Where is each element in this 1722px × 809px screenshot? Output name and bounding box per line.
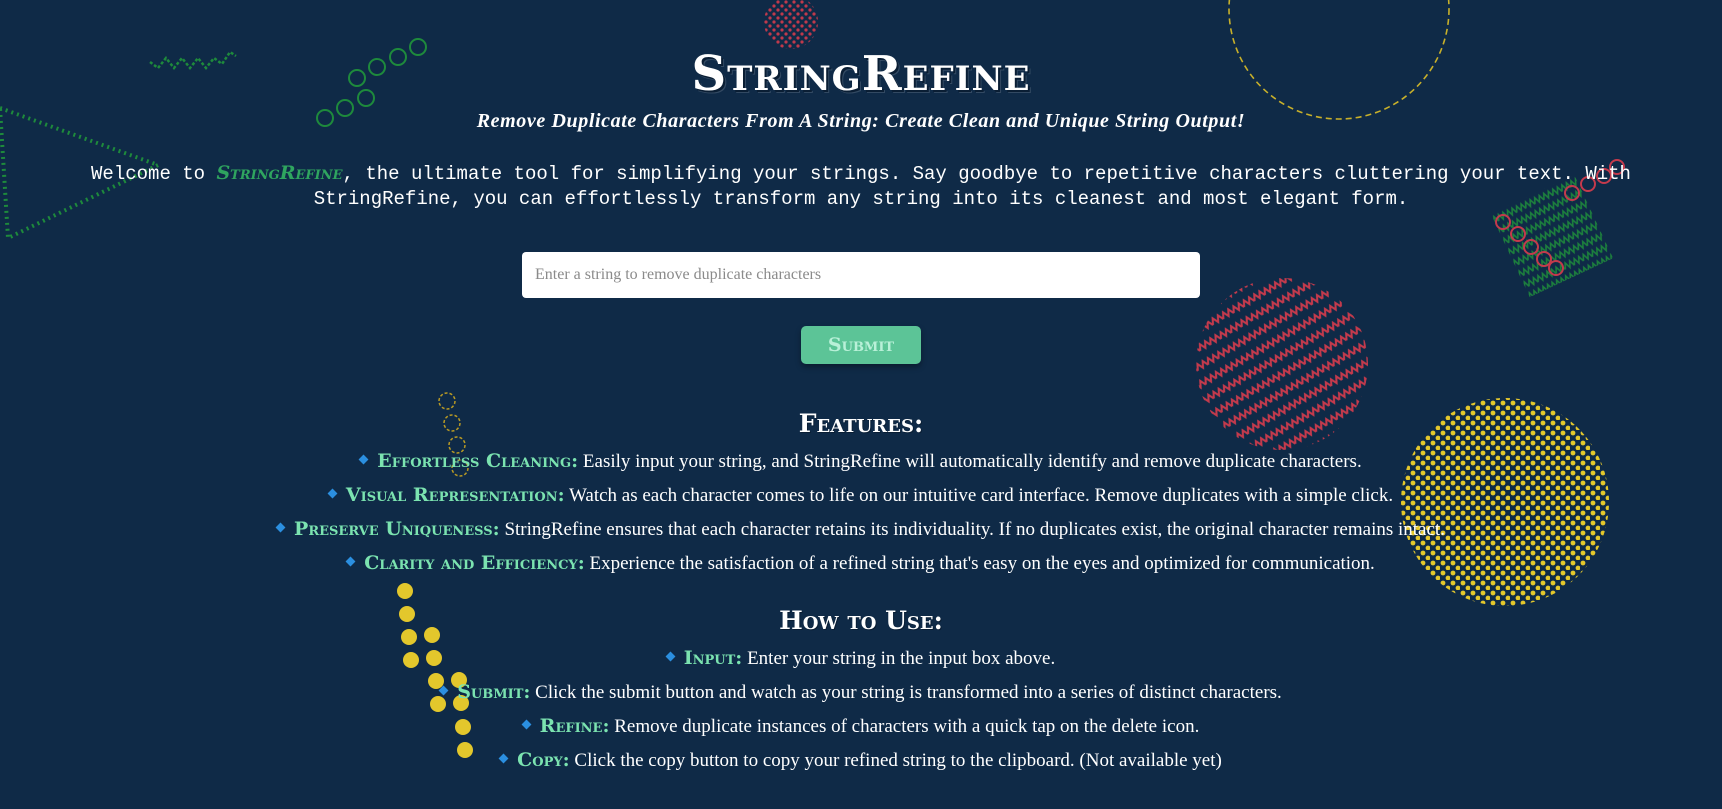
feature-desc: Watch as each character comes to life on… (564, 485, 1394, 506)
feature-term: Visual Representation: (345, 484, 565, 506)
diamond-bullet-icon (521, 719, 532, 730)
intro-brand-name: StringRefine (216, 162, 343, 184)
submit-button[interactable]: Submit (801, 326, 921, 364)
list-item: Clarity and Efficiency: Experience the s… (0, 546, 1722, 580)
step-term: Copy: (517, 749, 570, 771)
step-desc: Click the copy button to copy your refin… (569, 750, 1222, 771)
app-subtitle: Remove Duplicate Characters From A Strin… (476, 110, 1246, 132)
diamond-bullet-icon (358, 454, 369, 465)
list-item: Visual Representation: Watch as each cha… (0, 478, 1722, 512)
features-heading: Features: (798, 409, 924, 438)
list-item: Preserve Uniqueness: StringRefine ensure… (0, 512, 1722, 546)
list-item: Copy: Click the copy button to copy your… (0, 743, 1722, 777)
feature-term: Clarity and Efficiency: (364, 552, 585, 574)
intro-prefix: Welcome to (91, 163, 217, 185)
step-term: Submit: (457, 681, 531, 703)
diamond-bullet-icon (327, 488, 338, 499)
feature-desc: StringRefine ensures that each character… (499, 519, 1445, 540)
step-term: Input: (683, 647, 743, 669)
feature-term: Effortless Cleaning: (377, 450, 579, 472)
list-item: Refine: Remove duplicate instances of ch… (0, 709, 1722, 743)
list-item: Submit: Click the submit button and watc… (0, 675, 1722, 709)
string-input[interactable] (522, 252, 1200, 298)
diamond-bullet-icon (665, 651, 676, 662)
diamond-bullet-icon (438, 685, 449, 696)
how-to-list: Input: Enter your string in the input bo… (0, 641, 1722, 777)
step-desc: Enter your string in the input box above… (742, 648, 1056, 669)
feature-term: Preserve Uniqueness: (294, 518, 500, 540)
feature-desc: Experience the satisfaction of a refined… (584, 553, 1375, 574)
step-desc: Click the submit button and watch as you… (530, 682, 1282, 703)
diamond-bullet-icon (345, 556, 356, 567)
step-term: Refine: (539, 715, 610, 737)
intro-paragraph: Welcome to StringRefine, the ultimate to… (20, 161, 1702, 212)
list-item: Input: Enter your string in the input bo… (0, 641, 1722, 675)
feature-desc: Easily input your string, and StringRefi… (578, 451, 1362, 472)
list-item: Effortless Cleaning: Easily input your s… (0, 444, 1722, 478)
how-to-heading: How to Use: (779, 606, 943, 635)
app-title: StringRefine (691, 46, 1031, 102)
features-list: Effortless Cleaning: Easily input your s… (0, 444, 1722, 580)
step-desc: Remove duplicate instances of characters… (609, 716, 1200, 737)
diamond-bullet-icon (498, 753, 509, 764)
main-content: StringRefine Remove Duplicate Characters… (0, 0, 1722, 809)
diamond-bullet-icon (275, 522, 286, 533)
intro-suffix: , the ultimate tool for simplifying your… (313, 163, 1631, 210)
